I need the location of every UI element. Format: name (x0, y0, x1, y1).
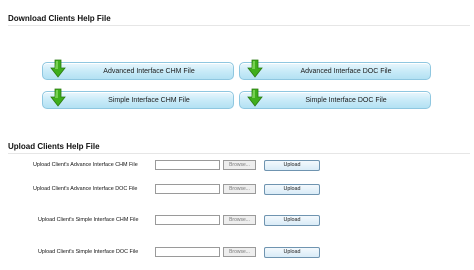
green-down-arrow-icon (50, 88, 66, 107)
advanced-doc-file-field[interactable] (155, 184, 220, 194)
upload-divider (8, 153, 470, 154)
simple-chm-file-field[interactable] (155, 215, 220, 225)
green-down-arrow-icon (247, 59, 263, 78)
download-button-label: Simple Interface DOC File (305, 97, 387, 104)
download-advanced-doc-button[interactable]: Advanced Interface DOC File (239, 59, 431, 80)
browse-button[interactable]: Browse... (223, 184, 256, 194)
download-simple-chm-button[interactable]: Simple Interface CHM File (42, 88, 234, 109)
upload-section-title: Upload Clients Help File (8, 142, 100, 151)
help-file-manager: Download Clients Help File Advanced Inte… (0, 0, 474, 270)
browse-button[interactable]: Browse... (223, 247, 256, 257)
green-down-arrow-icon (50, 59, 66, 78)
upload-button[interactable]: Upload (264, 184, 320, 195)
browse-button[interactable]: Browse... (223, 215, 256, 225)
upload-row-label: Upload Client's Advance Interface CHM Fi… (33, 162, 138, 168)
download-button-label: Simple Interface CHM File (108, 97, 190, 104)
download-button-label: Advanced Interface CHM File (103, 68, 195, 75)
upload-row-label: Upload Client's Simple Interface DOC Fil… (38, 249, 139, 255)
green-down-arrow-icon (247, 88, 263, 107)
download-section-title: Download Clients Help File (8, 14, 111, 23)
advanced-chm-file-field[interactable] (155, 160, 220, 170)
upload-button[interactable]: Upload (264, 215, 320, 226)
download-button-label: Advanced Interface DOC File (300, 68, 392, 75)
upload-button[interactable]: Upload (264, 160, 320, 171)
upload-button[interactable]: Upload (264, 247, 320, 258)
upload-row-label: Upload Client's Simple Interface CHM Fil… (38, 217, 139, 223)
download-divider (8, 25, 470, 26)
download-simple-doc-button[interactable]: Simple Interface DOC File (239, 88, 431, 109)
upload-row-label: Upload Client's Advance Interface DOC Fi… (33, 186, 138, 192)
download-advanced-chm-button[interactable]: Advanced Interface CHM File (42, 59, 234, 80)
simple-doc-file-field[interactable] (155, 247, 220, 257)
browse-button[interactable]: Browse... (223, 160, 256, 170)
